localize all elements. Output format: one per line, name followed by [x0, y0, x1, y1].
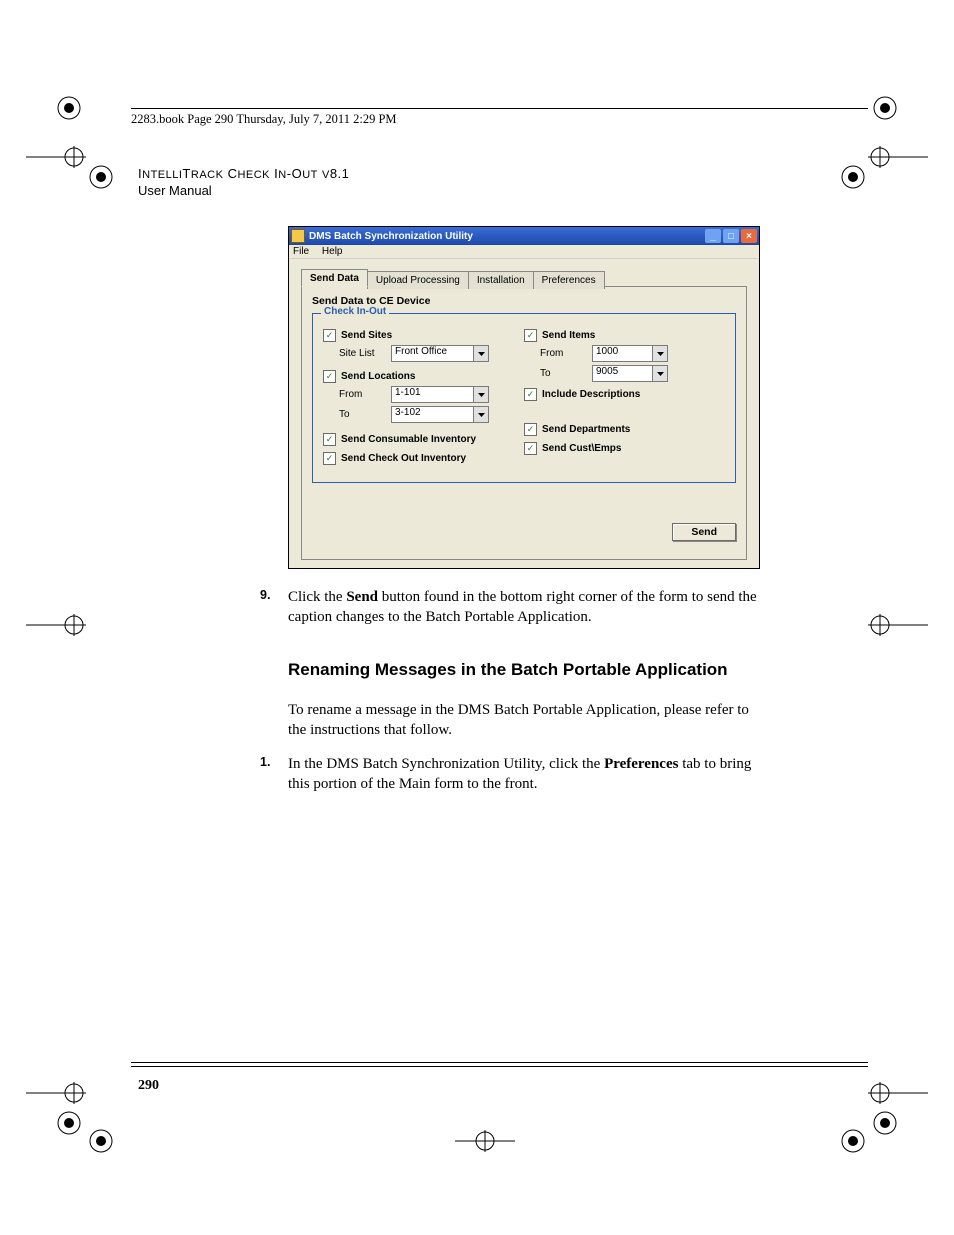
product-subtitle: User Manual — [138, 183, 818, 198]
step-9-bold: Send — [346, 589, 378, 605]
reg-mark-icon — [88, 164, 114, 190]
close-button[interactable]: × — [741, 229, 757, 243]
step-9-number: 9. — [260, 587, 270, 604]
book-header-line: 2283.book Page 290 Thursday, July 7, 201… — [131, 112, 397, 127]
app-screenshot: DMS Batch Synchronization Utility _ □ × … — [288, 226, 760, 569]
maximize-button[interactable]: □ — [723, 229, 739, 243]
label-loc-to: To — [323, 409, 391, 420]
footer-rules — [131, 1062, 868, 1067]
menu-file[interactable]: File — [293, 246, 309, 257]
tab-installation[interactable]: Installation — [468, 271, 534, 289]
chevron-down-icon — [473, 407, 488, 422]
minimize-button[interactable]: _ — [705, 229, 721, 243]
titlebar: DMS Batch Synchronization Utility _ □ × — [289, 227, 759, 245]
tab-preferences[interactable]: Preferences — [533, 271, 605, 289]
paragraph-rename-intro: To rename a message in the DMS Batch Por… — [288, 700, 758, 741]
label-include-descriptions: Include Descriptions — [542, 389, 640, 400]
crop-mark-icon — [26, 612, 86, 638]
crop-mark-icon — [26, 144, 86, 170]
tab-upload-processing[interactable]: Upload Processing — [367, 271, 469, 289]
step-1-text-a: In the DMS Batch Synchronization Utility… — [288, 756, 604, 772]
combo-item-to-value: 9005 — [593, 366, 652, 381]
label-send-departments: Send Departments — [542, 424, 630, 435]
checkbox-send-sites[interactable] — [323, 329, 336, 342]
crop-mark-icon — [868, 1080, 928, 1106]
page-number: 290 — [138, 1078, 159, 1094]
checkbox-send-custemps[interactable] — [524, 442, 537, 455]
label-send-consumable: Send Consumable Inventory — [341, 434, 476, 445]
reg-mark-icon — [840, 164, 866, 190]
label-loc-from: From — [323, 389, 391, 400]
combo-item-from-value: 1000 — [593, 346, 652, 361]
crop-mark-icon — [868, 144, 928, 170]
step-9: 9. Click the Send button found in the bo… — [288, 587, 758, 628]
checkbox-send-departments[interactable] — [524, 423, 537, 436]
combo-loc-to[interactable]: 3-102 — [391, 406, 489, 423]
groupbox-legend: Check In-Out — [321, 306, 389, 317]
label-send-sites: Send Sites — [341, 330, 392, 341]
combo-item-from[interactable]: 1000 — [592, 345, 668, 362]
header-rule — [131, 108, 868, 109]
tab-send-data[interactable]: Send Data — [301, 269, 368, 287]
reg-mark-icon — [56, 95, 82, 121]
label-site-list: Site List — [323, 348, 391, 359]
reg-mark-icon — [88, 1128, 114, 1154]
crop-mark-icon — [868, 612, 928, 638]
combo-site-list[interactable]: Front Office — [391, 345, 489, 362]
reg-mark-icon — [872, 1110, 898, 1136]
step-9-text-a: Click the — [288, 589, 346, 605]
label-item-to: To — [524, 368, 592, 379]
send-button[interactable]: Send — [672, 523, 736, 541]
chevron-down-icon — [652, 346, 667, 361]
heading-renaming-messages: Renaming Messages in the Batch Portable … — [288, 660, 758, 680]
checkbox-send-items[interactable] — [524, 329, 537, 342]
step-1-number: 1. — [260, 754, 270, 771]
window-title: DMS Batch Synchronization Utility — [309, 231, 473, 242]
label-send-locations: Send Locations — [341, 371, 415, 382]
reg-mark-icon — [56, 1110, 82, 1136]
checkbox-send-consumable[interactable] — [323, 433, 336, 446]
app-icon — [291, 229, 305, 243]
tab-page-send-data: Send Data to CE Device Check In-Out Send… — [301, 286, 747, 560]
label-item-from: From — [524, 348, 592, 359]
menu-help[interactable]: Help — [322, 246, 343, 257]
label-send-items: Send Items — [542, 330, 595, 341]
combo-item-to[interactable]: 9005 — [592, 365, 668, 382]
menubar: File Help — [289, 245, 759, 259]
checkbox-include-descriptions[interactable] — [524, 388, 537, 401]
step-1-bold: Preferences — [604, 756, 678, 772]
groupbox-check-in-out: Check In-Out Send Sites Site List — [312, 313, 736, 483]
crop-mark-icon — [26, 1080, 86, 1106]
combo-loc-from-value: 1-101 — [392, 387, 473, 402]
reg-mark-icon — [872, 95, 898, 121]
checkbox-send-locations[interactable] — [323, 370, 336, 383]
reg-mark-icon — [840, 1128, 866, 1154]
crop-mark-icon — [455, 1128, 515, 1154]
step-1: 1. In the DMS Batch Synchronization Util… — [288, 754, 758, 795]
checkbox-send-checkout[interactable] — [323, 452, 336, 465]
chevron-down-icon — [473, 387, 488, 402]
label-send-custemps: Send Cust\Emps — [542, 443, 621, 454]
combo-site-list-value: Front Office — [392, 346, 473, 361]
label-send-checkout: Send Check Out Inventory — [341, 453, 466, 464]
product-title: INTELLITRACK CHECK IN-OUT V8.1 — [138, 166, 818, 181]
chevron-down-icon — [652, 366, 667, 381]
tab-strip: Send Data Upload Processing Installation… — [301, 269, 747, 287]
combo-loc-from[interactable]: 1-101 — [391, 386, 489, 403]
combo-loc-to-value: 3-102 — [392, 407, 473, 422]
chevron-down-icon — [473, 346, 488, 361]
